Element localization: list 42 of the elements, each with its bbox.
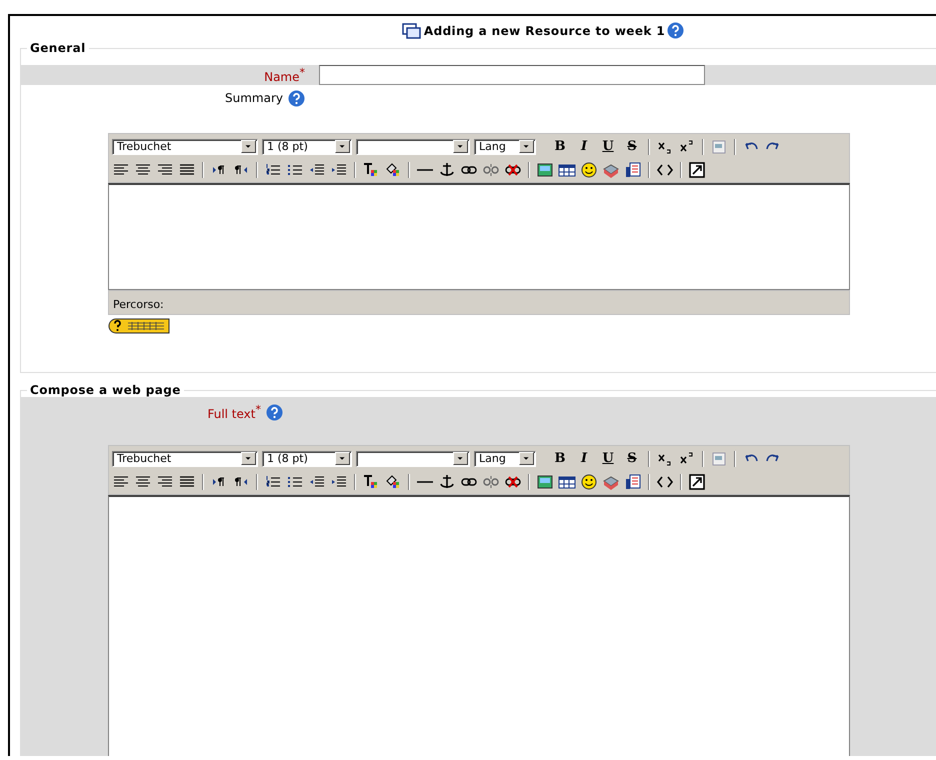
italic-button[interactable]: I	[574, 138, 594, 156]
anchor-icon[interactable]	[438, 472, 456, 490]
anchor-icon[interactable]	[438, 160, 456, 178]
help-icon[interactable]	[667, 22, 684, 39]
image-icon[interactable]	[536, 160, 554, 178]
text-color-icon[interactable]	[362, 160, 380, 178]
summary-label: Summary	[225, 91, 283, 105]
smiley-icon[interactable]	[580, 472, 598, 490]
background-color-icon[interactable]	[384, 472, 402, 490]
resource-icon	[402, 22, 422, 38]
language-select[interactable]: Lang	[474, 450, 536, 466]
underline-button[interactable]: U	[598, 138, 618, 156]
font-size-select[interactable]: 1 (8 pt)	[262, 138, 352, 154]
name-input-field[interactable]	[319, 65, 705, 85]
font-size-select[interactable]: 1 (8 pt)	[262, 450, 352, 466]
path-label: Percorso:	[113, 298, 164, 311]
background-color-icon[interactable]	[384, 160, 402, 178]
fullscreen-icon[interactable]	[688, 160, 706, 178]
section-legend: General	[27, 41, 89, 55]
paste-icon[interactable]	[624, 160, 642, 178]
font-select[interactable]: Trebuchet	[112, 450, 258, 466]
image-icon[interactable]	[536, 472, 554, 490]
fullscreen-icon[interactable]	[688, 472, 706, 490]
smiley-icon[interactable]	[580, 160, 598, 178]
format-select[interactable]	[356, 450, 470, 466]
help-icon[interactable]	[266, 404, 283, 420]
paste-icon[interactable]	[624, 472, 642, 490]
font-select[interactable]: Trebuchet	[112, 138, 258, 154]
bold-button[interactable]: B	[550, 138, 570, 156]
page-title: Adding a new Resource to week 1	[424, 24, 666, 38]
language-select[interactable]: Lang	[474, 138, 536, 154]
strike-button[interactable]: S	[622, 450, 642, 468]
bold-button[interactable]: B	[550, 450, 570, 468]
underline-button[interactable]: U	[598, 450, 618, 468]
keyboard-help-icon[interactable]	[108, 318, 170, 334]
format-select[interactable]	[356, 138, 470, 154]
help-icon[interactable]	[288, 90, 305, 106]
text-color-icon[interactable]	[362, 472, 380, 490]
editor-text-area[interactable]	[108, 183, 850, 290]
strike-button[interactable]: S	[622, 138, 642, 156]
section-legend: Compose a web page	[27, 383, 184, 397]
italic-button[interactable]: I	[574, 450, 594, 468]
